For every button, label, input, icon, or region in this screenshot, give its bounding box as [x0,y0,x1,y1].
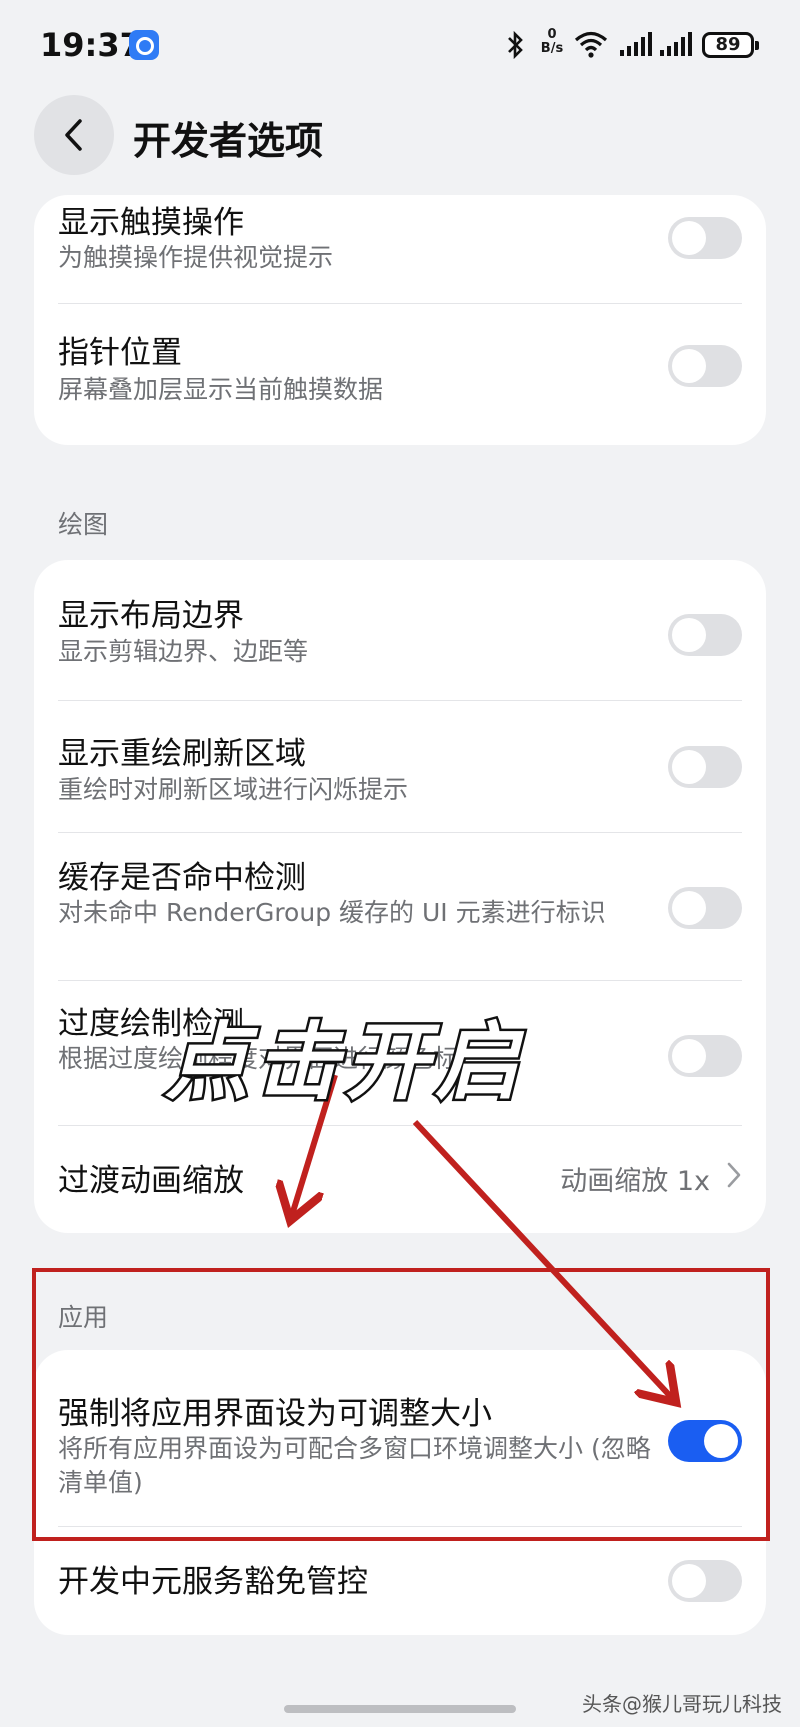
annotation-arrows [0,1074,800,1727]
arrow-right [412,1119,672,1398]
watermark: 头条@猴儿哥玩儿科技 [582,1692,782,1716]
annotation-text: 点击开启 [162,1011,526,1114]
home-indicator[interactable] [284,1705,516,1713]
